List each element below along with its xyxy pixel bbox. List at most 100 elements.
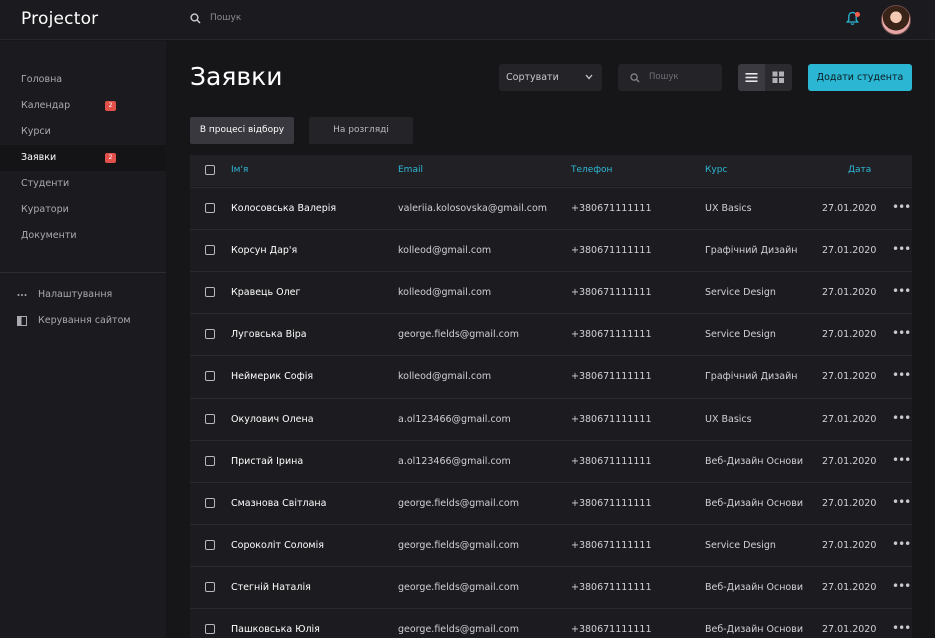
row-checkbox[interactable] bbox=[205, 287, 215, 298]
sidebar-item-label: Куратори bbox=[21, 204, 69, 215]
table-row[interactable]: Кравець Олег kolleod@gmail.com +3806711111… bbox=[190, 271, 912, 313]
row-checkbox[interactable] bbox=[205, 455, 215, 466]
cell-phone: +380671111111 bbox=[571, 245, 652, 257]
sidebar-item-calendar[interactable]: Календар 2 bbox=[0, 93, 166, 119]
cell-email: kolleod@gmail.com bbox=[398, 287, 492, 299]
chevron-down-icon bbox=[585, 74, 593, 80]
app-logo[interactable]: Projector bbox=[21, 9, 98, 29]
row-checkbox[interactable] bbox=[205, 203, 215, 213]
sidebar-item-students[interactable]: Студенти bbox=[0, 171, 166, 197]
cell-course: Service Design bbox=[705, 329, 776, 341]
more-options-icon[interactable]: ••• bbox=[892, 243, 911, 255]
cell-email: kolleod@gmail.com bbox=[398, 245, 492, 257]
row-checkbox[interactable] bbox=[205, 413, 215, 424]
sidebar-item-documents[interactable]: Документи bbox=[0, 223, 166, 249]
tab-in-selection[interactable]: В процесі відбору bbox=[190, 117, 294, 144]
more-options-icon[interactable]: ••• bbox=[892, 201, 911, 213]
row-checkbox[interactable] bbox=[205, 497, 215, 508]
site-icon bbox=[17, 316, 27, 326]
sidebar-item-label: Календар bbox=[21, 100, 71, 111]
table-row[interactable]: Сороколіт Соломія george.fields@gmail.com… bbox=[190, 523, 912, 566]
column-header-course[interactable]: Курс bbox=[705, 165, 727, 175]
row-checkbox[interactable] bbox=[205, 581, 215, 592]
cell-name: Кравець Олег bbox=[231, 287, 301, 299]
sidebar-item-home[interactable]: Головна bbox=[0, 67, 166, 93]
sidebar-item-label: Керування сайтом bbox=[38, 315, 131, 326]
column-header-email[interactable]: Email bbox=[398, 165, 423, 175]
table-row[interactable]: Корсун Дар'я kolleod@gmail.com +3806711111… bbox=[190, 229, 912, 271]
notification-dot bbox=[855, 12, 860, 17]
cell-phone: +380671111111 bbox=[571, 329, 652, 341]
cell-name: Корсун Дар'я bbox=[231, 245, 298, 257]
cell-email: a.ol123466@gmail.com bbox=[398, 413, 511, 425]
more-options-icon[interactable]: ••• bbox=[892, 285, 911, 297]
list-view-button[interactable] bbox=[738, 64, 765, 91]
cell-course: Веб-Дизайн Основи bbox=[705, 497, 804, 509]
cell-email: george.fields@gmail.com bbox=[398, 581, 519, 593]
cell-course: Графічний Дизайн bbox=[705, 371, 798, 383]
more-options-icon[interactable]: ••• bbox=[892, 622, 911, 634]
list-search-input[interactable]: Пошук bbox=[618, 64, 722, 91]
list-view-icon bbox=[745, 73, 758, 82]
cell-name: Окулович Олена bbox=[231, 413, 314, 425]
cell-date: 27.01.2020 bbox=[822, 624, 877, 635]
table-row[interactable]: Неймерик Софія kolleod@gmail.com +38067111… bbox=[190, 355, 912, 397]
table-row[interactable]: Окулович Олена a.ol123466@gmail.com +38067… bbox=[190, 397, 912, 440]
row-checkbox[interactable] bbox=[205, 539, 215, 550]
add-student-button[interactable]: Додати студента bbox=[808, 64, 912, 91]
cell-email: george.fields@gmail.com bbox=[398, 539, 519, 551]
search-icon[interactable] bbox=[190, 13, 201, 24]
grid-view-button[interactable] bbox=[765, 64, 792, 91]
table-row[interactable]: Луговська Віра george.fields@gmail.com +38… bbox=[190, 313, 912, 355]
more-options-icon[interactable]: ••• bbox=[892, 327, 911, 339]
cell-date: 27.01.2020 bbox=[822, 581, 877, 593]
top-search-input[interactable]: Пошук bbox=[210, 13, 241, 23]
search-placeholder: Пошук bbox=[649, 72, 679, 82]
column-header-date[interactable]: Дата bbox=[848, 165, 871, 175]
cell-date: 27.01.2020 bbox=[822, 497, 877, 509]
sidebar-divider bbox=[0, 272, 166, 273]
cell-date: 27.01.2020 bbox=[822, 329, 877, 341]
sidebar-item-label: Студенти bbox=[21, 178, 70, 189]
cell-name: Смазнова Світлана bbox=[231, 497, 327, 509]
cell-email: kolleod@gmail.com bbox=[398, 371, 492, 383]
more-options-icon[interactable]: ••• bbox=[892, 369, 911, 381]
tab-under-review[interactable]: На розгляді bbox=[309, 117, 413, 144]
column-header-name[interactable]: Ім'я bbox=[231, 165, 248, 175]
more-options-icon[interactable]: ••• bbox=[892, 454, 911, 466]
cell-course: Веб-Дизайн Основи bbox=[705, 455, 804, 467]
applications-table: Ім'я Email Телефон Курс Дата Колосовська… bbox=[190, 155, 912, 638]
more-options-icon[interactable]: ••• bbox=[892, 496, 911, 508]
select-all-checkbox[interactable] bbox=[205, 165, 215, 175]
sidebar-item-curators[interactable]: Куратори bbox=[0, 197, 166, 223]
row-checkbox[interactable] bbox=[205, 371, 215, 382]
cell-email: valeriia.kolosovska@gmail.com bbox=[398, 203, 548, 214]
more-options-icon[interactable]: ••• bbox=[892, 580, 911, 592]
cell-email: george.fields@gmail.com bbox=[398, 497, 519, 509]
row-checkbox[interactable] bbox=[205, 329, 215, 340]
table-row[interactable]: Пашковська Юлія george.fields@gmail.com +3… bbox=[190, 608, 912, 638]
table-row[interactable]: Пристай Ірина a.ol123466@gmail.com +380671… bbox=[190, 439, 912, 482]
table-row[interactable]: Смазнова Світлана george.fields@gmail.com… bbox=[190, 481, 912, 524]
sidebar-item-site-management[interactable]: Керування сайтом bbox=[0, 311, 166, 331]
top-bar: Projector Пошук bbox=[0, 0, 935, 40]
table-row[interactable]: Колосовська Валерія valeriia.kolosovska@g… bbox=[190, 187, 912, 229]
sidebar-item-settings[interactable]: Налаштування bbox=[0, 285, 166, 305]
sidebar-item-applications[interactable]: Заявки 2 bbox=[0, 145, 166, 171]
cell-name: Сороколіт Соломія bbox=[231, 539, 324, 551]
sidebar-item-courses[interactable]: Курси bbox=[0, 119, 166, 145]
more-options-icon[interactable]: ••• bbox=[892, 538, 911, 550]
cell-course: UX Basics bbox=[705, 203, 752, 214]
user-avatar[interactable] bbox=[881, 5, 911, 35]
row-checkbox[interactable] bbox=[205, 624, 215, 634]
cell-phone: +380671111111 bbox=[571, 581, 652, 593]
sidebar-item-label: Курси bbox=[21, 126, 51, 137]
cell-course: UX Basics bbox=[705, 413, 752, 425]
table-row[interactable]: Стегній Наталія george.fields@gmail.com +3… bbox=[190, 565, 912, 608]
cell-name: Стегній Наталія bbox=[231, 581, 311, 593]
count-badge: 2 bbox=[105, 153, 116, 163]
more-options-icon[interactable]: ••• bbox=[892, 412, 911, 424]
column-header-phone[interactable]: Телефон bbox=[571, 165, 612, 175]
row-checkbox[interactable] bbox=[205, 245, 215, 256]
sort-dropdown[interactable]: Сортувати bbox=[499, 64, 602, 91]
